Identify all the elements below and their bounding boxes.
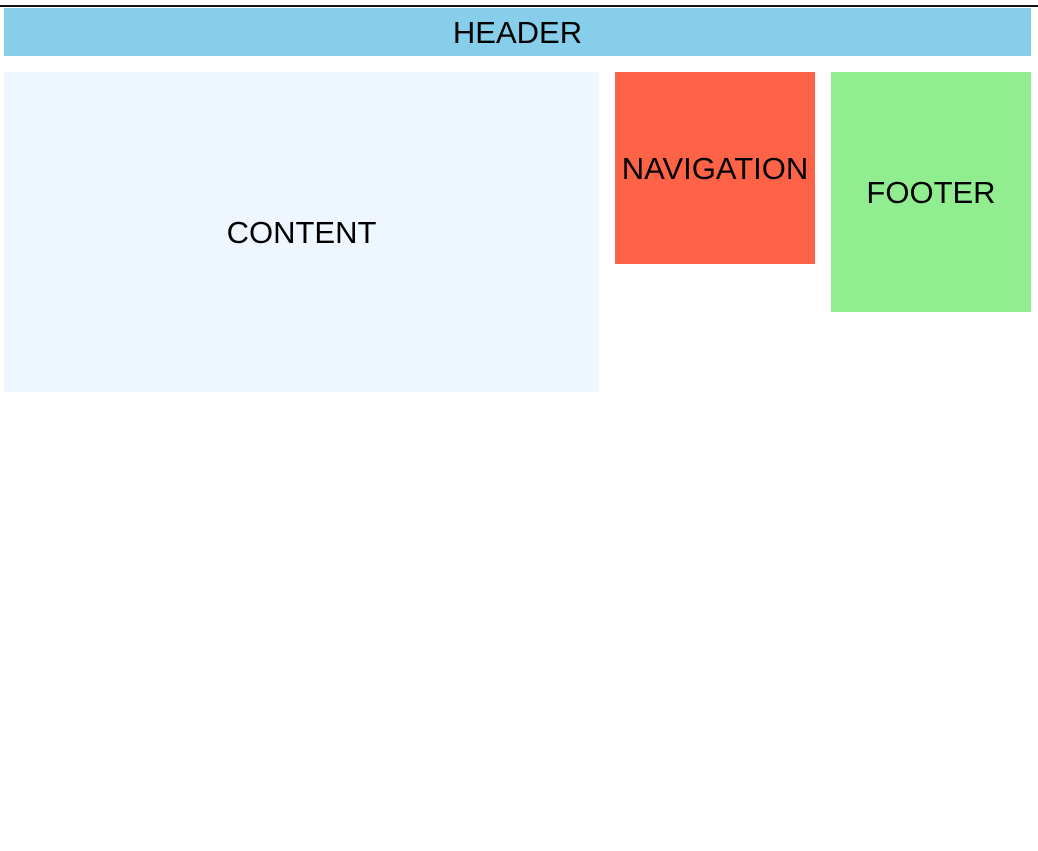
content-label: CONTENT bbox=[226, 214, 377, 250]
navigation-label: NAVIGATION bbox=[621, 150, 809, 186]
header-region: HEADER bbox=[4, 8, 1031, 56]
navigation-region: NAVIGATION bbox=[615, 72, 815, 264]
content-region: CONTENT bbox=[4, 72, 599, 392]
footer-region: FOOTER bbox=[831, 72, 1031, 312]
top-border-line bbox=[0, 5, 1038, 7]
footer-label: FOOTER bbox=[866, 174, 996, 210]
header-label: HEADER bbox=[452, 14, 583, 50]
